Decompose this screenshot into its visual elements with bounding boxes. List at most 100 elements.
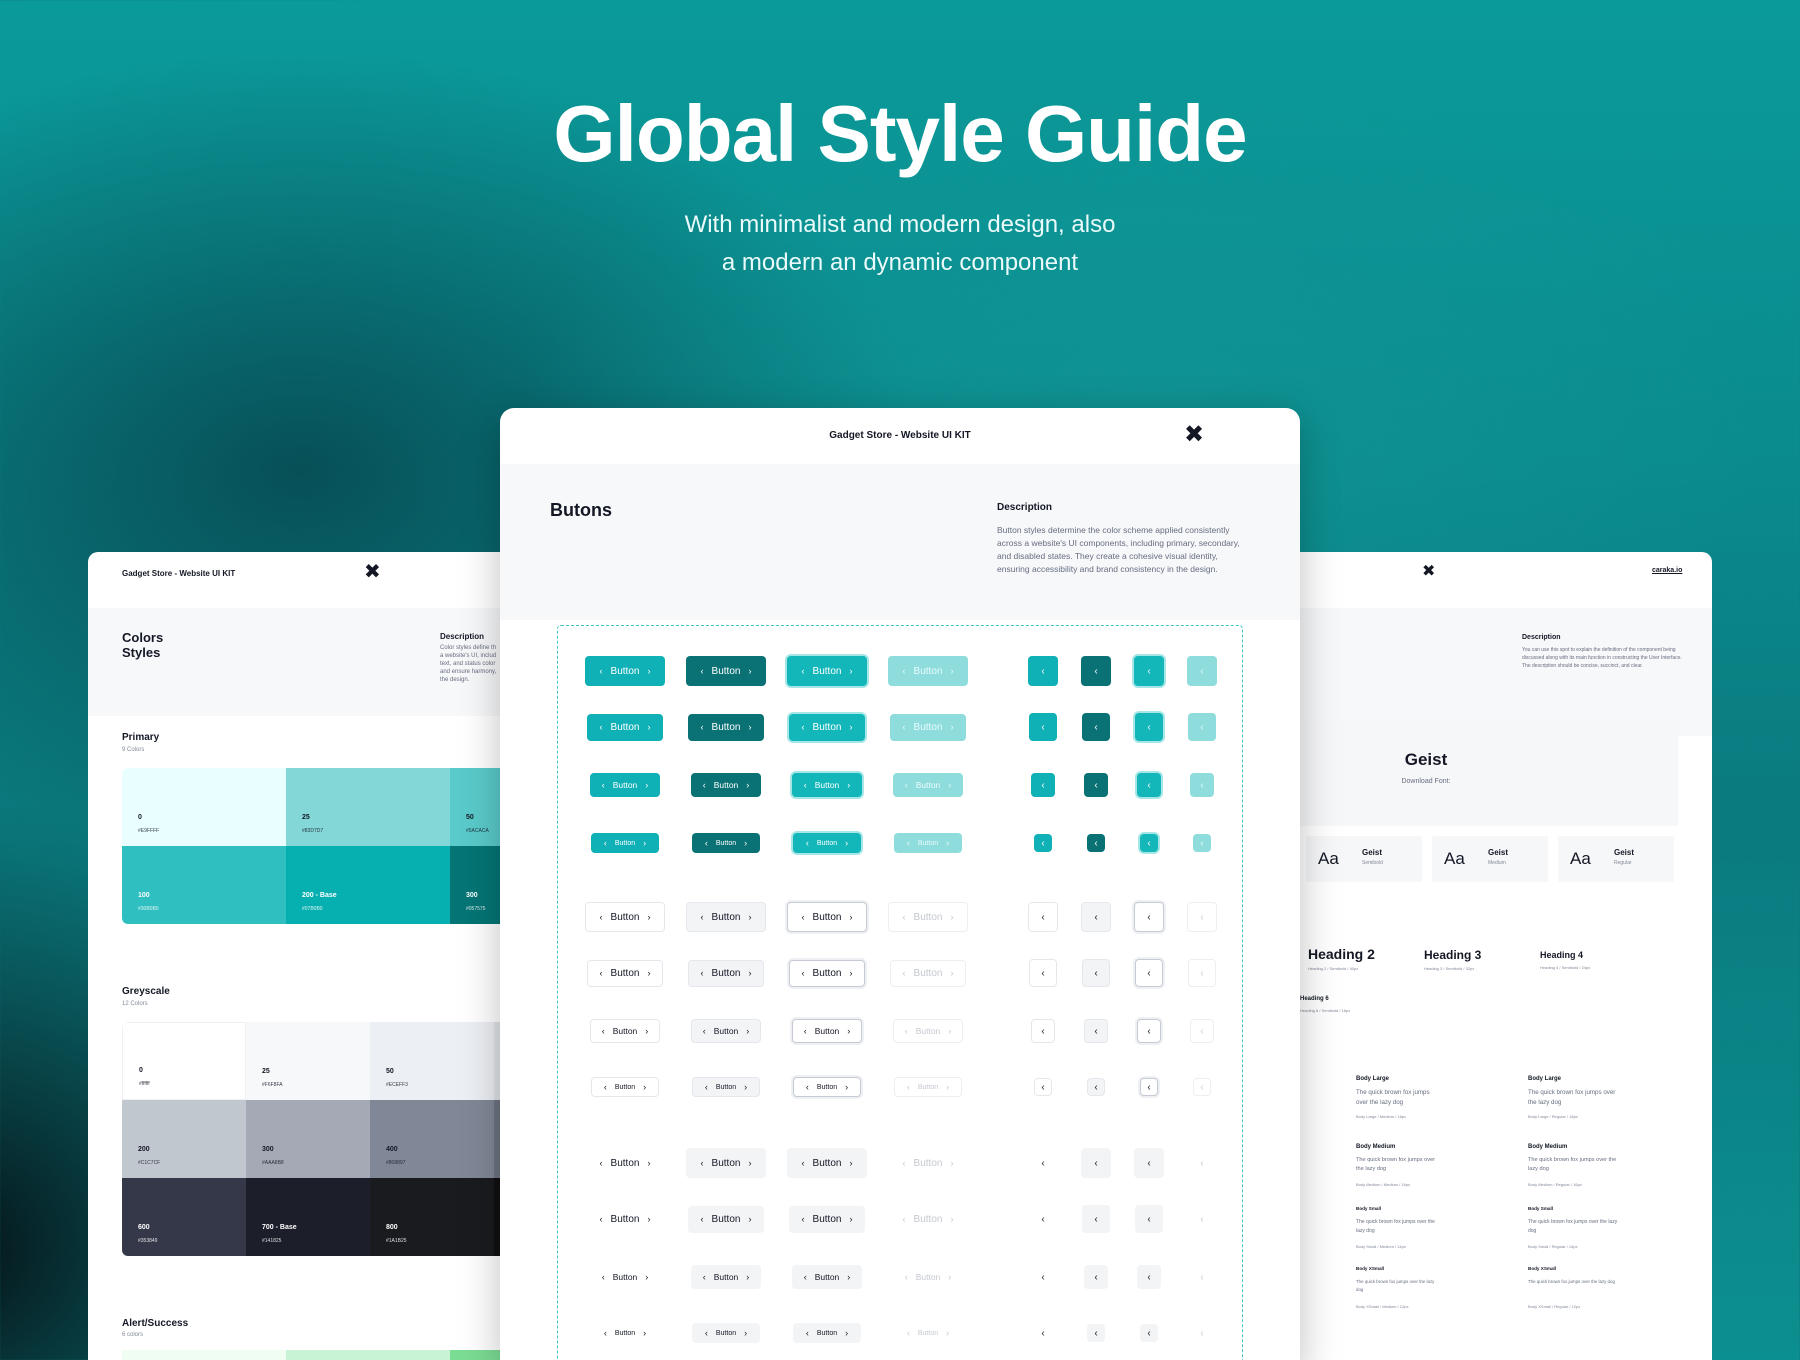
button[interactable]: ‹ Button › bbox=[888, 902, 968, 932]
button[interactable]: ‹ Button › bbox=[793, 1077, 861, 1097]
icon-button[interactable]: ‹ bbox=[1031, 773, 1055, 797]
icon-button[interactable]: ‹ bbox=[1034, 1078, 1052, 1096]
button[interactable]: ‹ Button › bbox=[789, 1205, 865, 1233]
button[interactable]: ‹ Button › bbox=[593, 1265, 657, 1289]
icon-button[interactable]: ‹ bbox=[1028, 1148, 1058, 1178]
icon-button[interactable]: ‹ bbox=[1034, 834, 1052, 852]
button[interactable]: ‹ Button › bbox=[792, 1265, 862, 1289]
icon-button[interactable]: ‹ bbox=[1081, 656, 1111, 686]
button[interactable]: ‹ Button › bbox=[787, 902, 867, 932]
icon-button[interactable]: ‹ bbox=[1190, 1265, 1214, 1289]
button[interactable]: ‹ Button › bbox=[890, 959, 966, 987]
button[interactable]: ‹ Button › bbox=[787, 1148, 867, 1178]
button[interactable]: ‹ Button › bbox=[590, 1019, 660, 1043]
chevron-left-icon: ‹ bbox=[1094, 911, 1098, 923]
button[interactable]: ‹ Button › bbox=[688, 1205, 764, 1233]
button[interactable]: ‹ Button › bbox=[888, 656, 968, 686]
download-font-link[interactable]: Download Font: bbox=[1296, 778, 1556, 785]
icon-button[interactable]: ‹ bbox=[1140, 1078, 1158, 1096]
button[interactable]: ‹ Button › bbox=[590, 773, 660, 797]
icon-button[interactable]: ‹ bbox=[1084, 1019, 1108, 1043]
button[interactable]: ‹ Button › bbox=[691, 1019, 761, 1043]
button[interactable]: ‹ Button › bbox=[896, 1265, 960, 1289]
icon-button[interactable]: ‹ bbox=[1187, 902, 1217, 932]
icon-button[interactable]: ‹ bbox=[1028, 902, 1058, 932]
icon-button[interactable]: ‹ bbox=[1029, 1205, 1057, 1233]
button[interactable]: ‹ Button › bbox=[591, 1077, 659, 1097]
icon-button[interactable]: ‹ bbox=[1193, 834, 1211, 852]
icon-button[interactable]: ‹ bbox=[1084, 773, 1108, 797]
icon-button[interactable]: ‹ bbox=[1087, 1078, 1105, 1096]
button-label: Button bbox=[715, 839, 737, 847]
button[interactable]: ‹ Button › bbox=[585, 902, 665, 932]
button[interactable]: ‹ Button › bbox=[590, 1206, 660, 1233]
button[interactable]: ‹ Button › bbox=[686, 656, 766, 686]
icon-button[interactable]: ‹ bbox=[1084, 1265, 1108, 1289]
icon-button[interactable]: ‹ bbox=[1190, 773, 1214, 797]
button[interactable]: ‹ Button › bbox=[897, 1323, 959, 1343]
icon-button[interactable]: ‹ bbox=[1134, 656, 1164, 686]
button[interactable]: ‹ Button › bbox=[793, 833, 861, 853]
icon-button[interactable]: ‹ bbox=[1031, 1265, 1055, 1289]
icon-button[interactable]: ‹ bbox=[1081, 1148, 1111, 1178]
caraka-link[interactable]: caraka.io bbox=[1652, 567, 1682, 574]
icon-button[interactable]: ‹ bbox=[1137, 1019, 1161, 1043]
button[interactable]: ‹ Button › bbox=[890, 713, 966, 741]
icon-button[interactable]: ‹ bbox=[1187, 656, 1217, 686]
icon-button[interactable]: ‹ bbox=[1029, 713, 1057, 741]
icon-button[interactable]: ‹ bbox=[1087, 834, 1105, 852]
icon-button[interactable]: ‹ bbox=[1140, 834, 1158, 852]
button[interactable]: ‹ Button › bbox=[891, 1148, 965, 1178]
button[interactable]: ‹ Button › bbox=[894, 1077, 962, 1097]
button[interactable]: ‹ Button › bbox=[587, 713, 663, 741]
icon-button[interactable]: ‹ bbox=[1137, 773, 1161, 797]
button[interactable]: ‹ Button › bbox=[688, 713, 764, 741]
icon-button[interactable]: ‹ bbox=[1188, 713, 1216, 741]
icon-button[interactable]: ‹ bbox=[1135, 1205, 1163, 1233]
button[interactable]: ‹ Button › bbox=[686, 902, 766, 932]
icon-button[interactable]: ‹ bbox=[1031, 1019, 1055, 1043]
icon-button[interactable]: ‹ bbox=[1082, 713, 1110, 741]
button[interactable]: ‹ Button › bbox=[691, 773, 761, 797]
icon-button[interactable]: ‹ bbox=[1188, 959, 1216, 987]
icon-button[interactable]: ‹ bbox=[1134, 1148, 1164, 1178]
button[interactable]: ‹ Button › bbox=[692, 833, 760, 853]
button[interactable]: ‹ Button › bbox=[692, 1323, 760, 1343]
icon-button[interactable]: ‹ bbox=[1029, 959, 1057, 987]
icon-button[interactable]: ‹ bbox=[1193, 1324, 1211, 1342]
icon-button[interactable]: ‹ bbox=[1082, 1205, 1110, 1233]
icon-button[interactable]: ‹ bbox=[1190, 1019, 1214, 1043]
icon-button[interactable]: ‹ bbox=[1140, 1324, 1158, 1342]
icon-button[interactable]: ‹ bbox=[1193, 1078, 1211, 1096]
button[interactable]: ‹ Button › bbox=[792, 1019, 862, 1043]
button[interactable]: ‹ Button › bbox=[893, 773, 963, 797]
icon-button[interactable]: ‹ bbox=[1087, 1324, 1105, 1342]
icon-button[interactable]: ‹ bbox=[1082, 959, 1110, 987]
button[interactable]: ‹ Button › bbox=[588, 1148, 662, 1178]
button[interactable]: ‹ Button › bbox=[893, 1206, 963, 1233]
icon-button[interactable]: ‹ bbox=[1135, 713, 1163, 741]
button[interactable]: ‹ Button › bbox=[591, 833, 659, 853]
icon-button[interactable]: ‹ bbox=[1137, 1265, 1161, 1289]
button[interactable]: ‹ Button › bbox=[594, 1323, 656, 1343]
button[interactable]: ‹ Button › bbox=[793, 1323, 861, 1343]
button[interactable]: ‹ Button › bbox=[894, 833, 962, 853]
icon-button[interactable]: ‹ bbox=[1135, 959, 1163, 987]
button[interactable]: ‹ Button › bbox=[789, 713, 865, 741]
button[interactable]: ‹ Button › bbox=[792, 773, 862, 797]
button[interactable]: ‹ Button › bbox=[691, 1265, 761, 1289]
button[interactable]: ‹ Button › bbox=[692, 1077, 760, 1097]
button[interactable]: ‹ Button › bbox=[585, 656, 665, 686]
icon-button[interactable]: ‹ bbox=[1028, 656, 1058, 686]
button[interactable]: ‹ Button › bbox=[587, 959, 663, 987]
button[interactable]: ‹ Button › bbox=[893, 1019, 963, 1043]
icon-button[interactable]: ‹ bbox=[1134, 902, 1164, 932]
icon-button[interactable]: ‹ bbox=[1187, 1148, 1217, 1178]
icon-button[interactable]: ‹ bbox=[1034, 1324, 1052, 1342]
icon-button[interactable]: ‹ bbox=[1188, 1205, 1216, 1233]
icon-button[interactable]: ‹ bbox=[1081, 902, 1111, 932]
button[interactable]: ‹ Button › bbox=[686, 1148, 766, 1178]
button[interactable]: ‹ Button › bbox=[789, 959, 865, 987]
button[interactable]: ‹ Button › bbox=[688, 959, 764, 987]
button[interactable]: ‹ Button › bbox=[787, 656, 867, 686]
